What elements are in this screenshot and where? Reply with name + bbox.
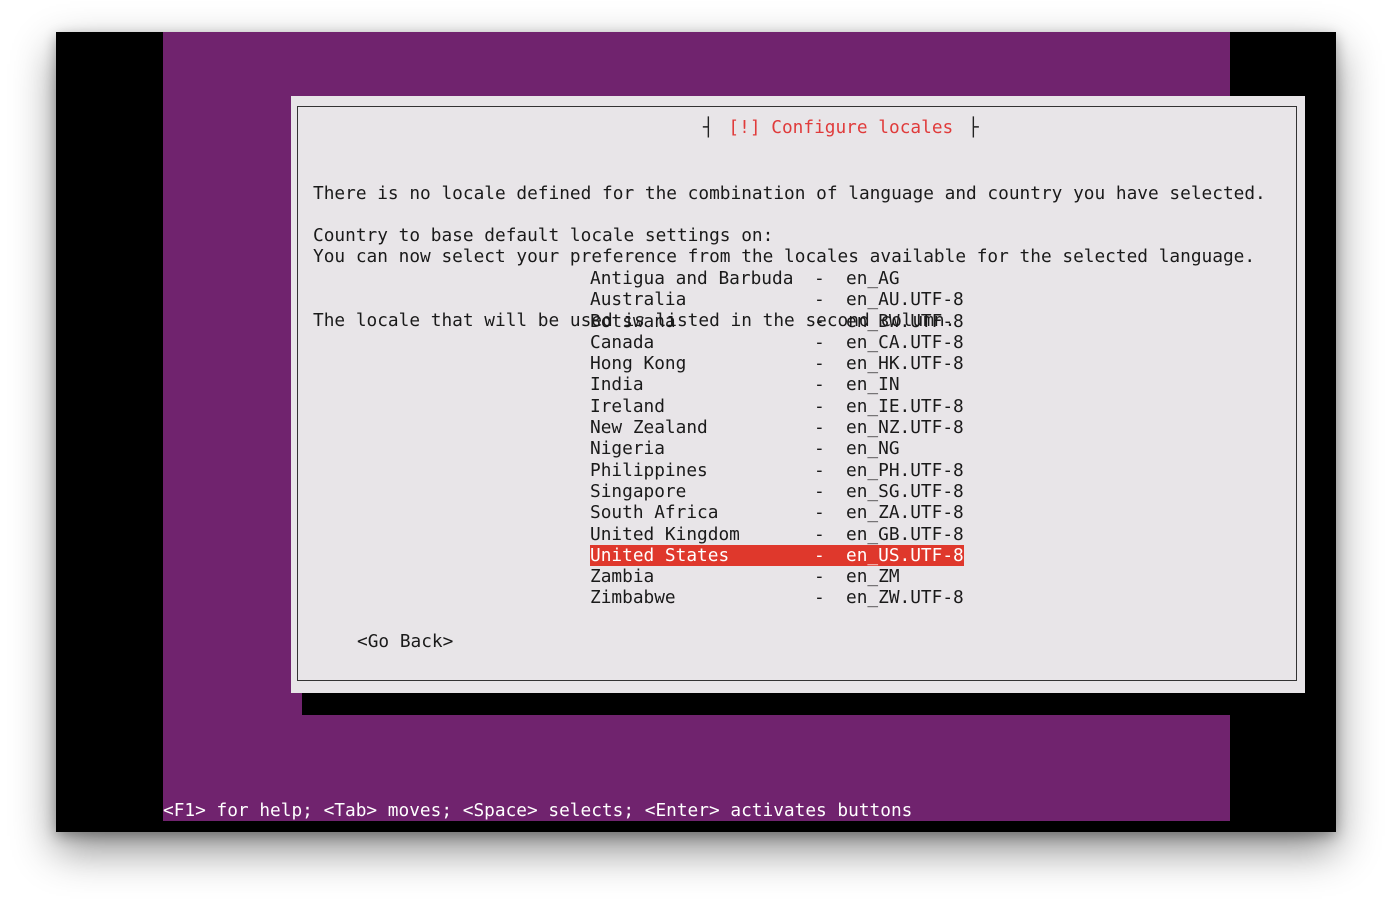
installer-screen: ┤ [!] Configure locales ├ There is no lo…: [56, 32, 1336, 832]
locale-option-separator: -: [814, 374, 825, 396]
locale-option-separator: -: [814, 502, 825, 524]
title-left-tee: ┤: [700, 117, 716, 139]
locale-option-country: South Africa: [590, 502, 719, 524]
terminal-background: ┤ [!] Configure locales ├ There is no lo…: [163, 32, 1316, 821]
locale-option-code: en_GB.UTF-8: [846, 523, 964, 545]
locale-option[interactable]: Hong Kong - en_HK.UTF-8: [590, 353, 964, 374]
locale-option-country: Zimbabwe: [590, 587, 676, 609]
locale-option-code: en_HK.UTF-8: [846, 353, 964, 375]
locale-option-separator: -: [814, 353, 825, 375]
configure-locales-dialog: ┤ [!] Configure locales ├ There is no lo…: [291, 96, 1305, 693]
locale-option[interactable]: New Zealand - en_NZ.UTF-8: [590, 417, 964, 438]
locale-option-code: en_ZW.UTF-8: [846, 587, 964, 609]
locale-option-separator: -: [814, 544, 825, 566]
locale-option[interactable]: India - en_IN: [590, 374, 964, 395]
title-right-tee: ├: [965, 117, 981, 139]
status-bar: <F1> for help; <Tab> moves; <Space> sele…: [163, 800, 1219, 821]
locale-option-code: en_PH.UTF-8: [846, 459, 964, 481]
message-line: You can now select your preference from …: [313, 246, 1256, 268]
locale-option-separator: -: [814, 480, 825, 502]
locale-option[interactable]: Ireland - en_IE.UTF-8: [590, 396, 964, 417]
locale-option-country: Zambia: [590, 566, 655, 588]
locale-option-separator: -: [814, 331, 825, 353]
locale-option[interactable]: Canada - en_CA.UTF-8: [590, 332, 964, 353]
locale-option-code: en_US.UTF-8: [846, 544, 964, 566]
dialog-title: [!] Configure locales: [726, 117, 956, 139]
dialog-title-wrap: ┤ [!] Configure locales ├: [698, 117, 983, 139]
status-bar-help-text: <F1> for help; <Tab> moves; <Space> sele…: [163, 800, 913, 821]
locale-option-separator: -: [814, 459, 825, 481]
locale-option[interactable]: Antigua and Barbuda - en_AG: [590, 268, 964, 289]
locale-option-code: en_AG: [846, 268, 900, 289]
locale-option-separator: -: [814, 438, 825, 460]
locale-option-separator: -: [814, 395, 825, 417]
locale-option-separator: -: [814, 268, 825, 289]
locale-option[interactable]: Australia - en_AU.UTF-8: [590, 289, 964, 310]
locale-option-country: United Kingdom: [590, 523, 740, 545]
locale-option-country: Nigeria: [590, 438, 665, 460]
locale-option-code: en_NG: [846, 438, 900, 460]
locale-option-code: en_AU.UTF-8: [846, 289, 964, 311]
locale-option-separator: -: [814, 587, 825, 609]
locale-option-country: India: [590, 374, 644, 396]
locale-option-separator: -: [814, 289, 825, 311]
locale-option-separator: -: [814, 523, 825, 545]
locale-option-country: New Zealand: [590, 417, 708, 439]
locale-option[interactable]: Singapore - en_SG.UTF-8: [590, 481, 964, 502]
locale-option-separator: -: [814, 310, 825, 332]
locale-option-country: Singapore: [590, 480, 687, 502]
locale-option[interactable]: Zambia - en_ZM: [590, 566, 964, 587]
locale-option-code: en_NZ.UTF-8: [846, 417, 964, 439]
locale-option[interactable]: South Africa - en_ZA.UTF-8: [590, 502, 964, 523]
locale-option-country: Botswana: [590, 310, 676, 332]
locale-option[interactable]: Philippines - en_PH.UTF-8: [590, 460, 964, 481]
locale-option-country: Philippines: [590, 459, 708, 481]
locale-option-country: Australia: [590, 289, 687, 311]
locale-option[interactable]: United States - en_US.UTF-8: [590, 544, 964, 567]
locale-option-code: en_ZM: [846, 566, 900, 588]
country-locale-list[interactable]: Antigua and Barbuda - en_AG Australia - en_AU…: [590, 268, 964, 609]
locale-option-separator: -: [814, 566, 825, 588]
locale-option-separator: -: [814, 417, 825, 439]
locale-option[interactable]: Zimbabwe - en_ZW.UTF-8: [590, 587, 964, 608]
locale-option-code: en_CA.UTF-8: [846, 331, 964, 353]
locale-option[interactable]: United Kingdom - en_GB.UTF-8: [590, 524, 964, 545]
locale-option-code: en_IE.UTF-8: [846, 395, 964, 417]
locale-option-country: United States: [590, 544, 730, 566]
locale-option-code: en_IN: [846, 374, 900, 396]
locale-option[interactable]: Botswana - en_BW.UTF-8: [590, 311, 964, 332]
locale-option-country: Canada: [590, 331, 655, 353]
go-back-button[interactable]: <Go Back>: [357, 631, 453, 652]
locale-option-country: Ireland: [590, 395, 665, 417]
locale-option-country: Hong Kong: [590, 353, 687, 375]
locale-option-code: en_ZA.UTF-8: [846, 502, 964, 524]
locale-option-country: Antigua and Barbuda: [590, 268, 794, 289]
locale-option[interactable]: Nigeria - en_NG: [590, 438, 964, 459]
message-line: There is no locale defined for the combi…: [313, 182, 1266, 204]
locale-option-code: en_BW.UTF-8: [846, 310, 964, 332]
locale-option-code: en_SG.UTF-8: [846, 480, 964, 502]
list-prompt: Country to base default locale settings …: [313, 225, 774, 246]
